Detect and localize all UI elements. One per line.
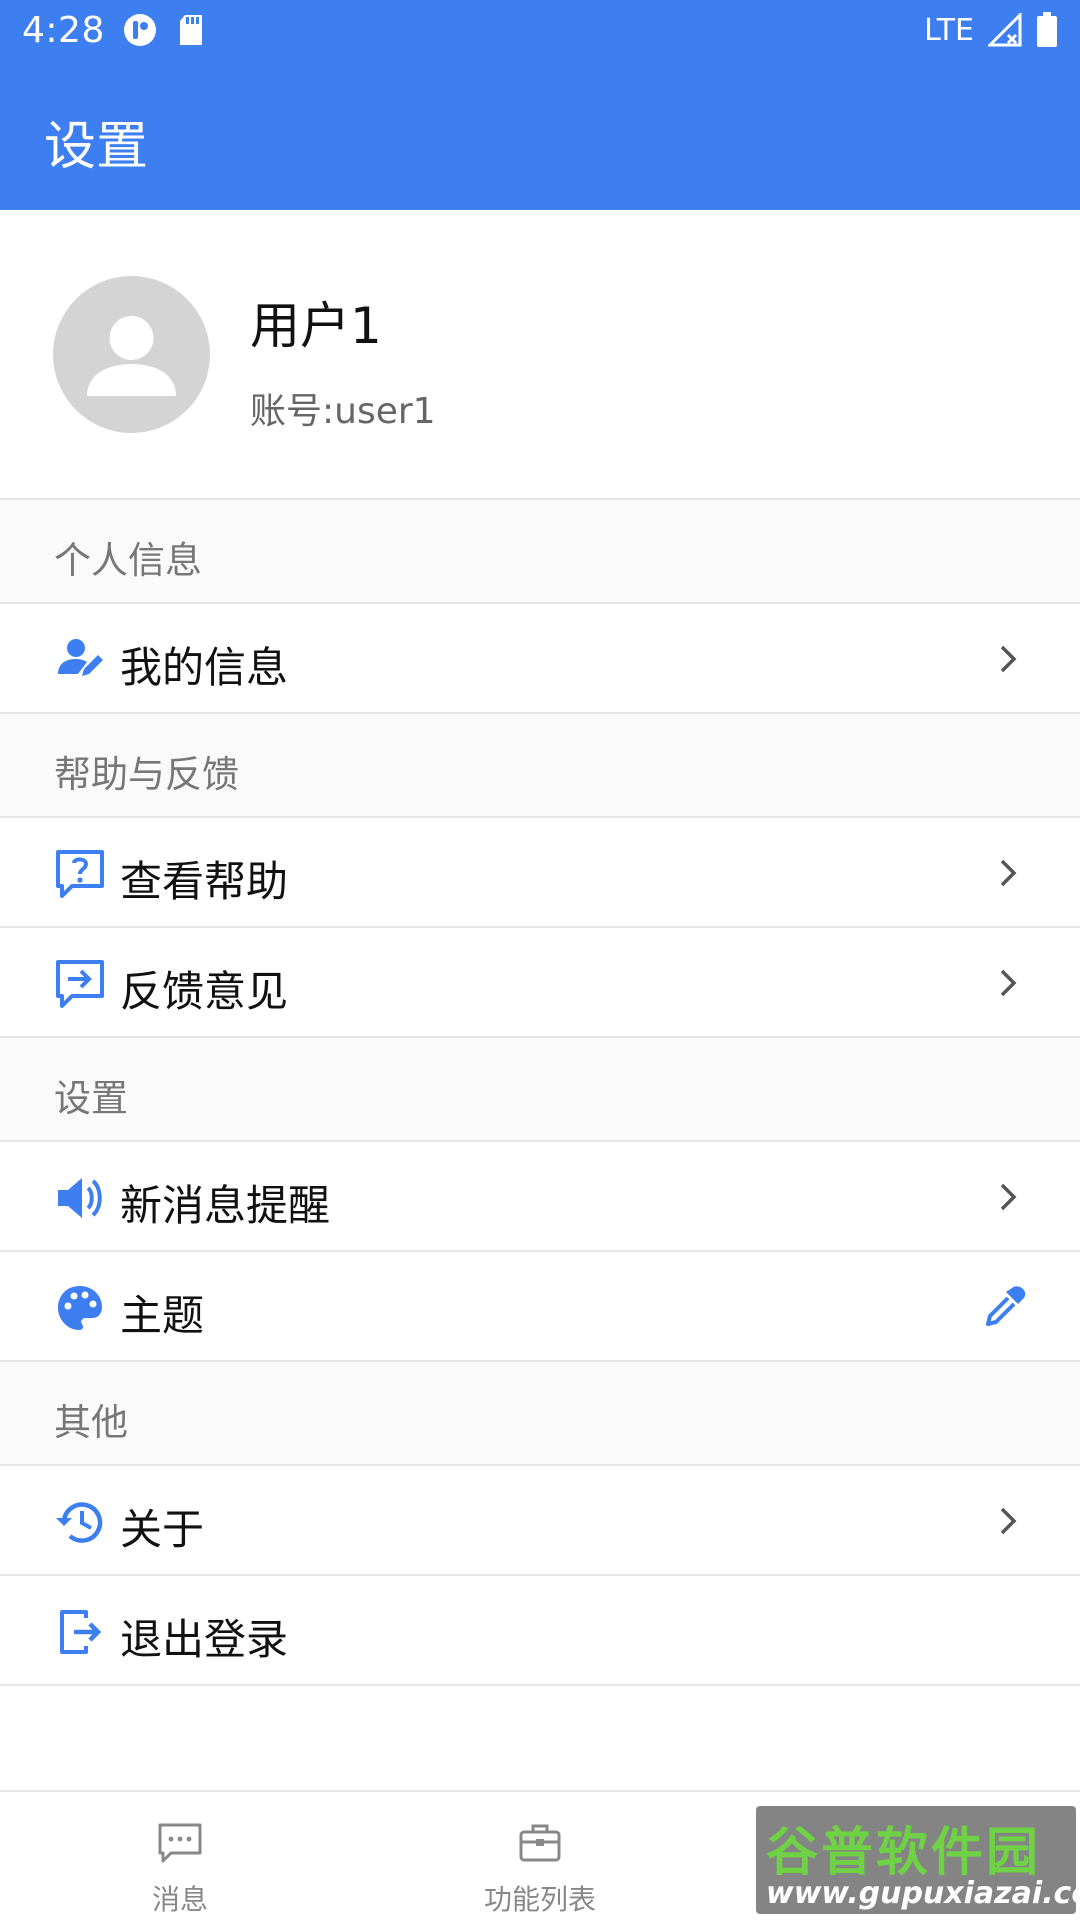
eyedropper-icon[interactable] — [980, 1282, 1028, 1330]
row-label: 退出登录 — [120, 1615, 289, 1664]
chat-icon — [158, 1823, 202, 1863]
row-about[interactable]: 关于 — [0, 1466, 1080, 1576]
network-type: LTE — [924, 12, 974, 48]
section-header-settings: 设置 — [0, 1038, 1080, 1142]
history-icon — [56, 1502, 103, 1543]
status-time: 4:28 — [22, 10, 105, 51]
nav-item-feature-list[interactable]: 功能列表 — [360, 1792, 720, 1922]
app-notification-icon — [124, 14, 156, 46]
nav-label: 功能列表 — [483, 1883, 596, 1916]
section-title: 个人信息 — [54, 539, 202, 582]
chevron-right-icon — [1000, 969, 1017, 997]
section-header-other: 其他 — [0, 1362, 1080, 1466]
watermark-sub: www.gupuxiazai.com — [766, 1876, 1080, 1911]
chevron-right-icon — [1000, 859, 1017, 887]
status-bar: 4:28 LTE — [0, 0, 1080, 64]
row-label: 查看帮助 — [120, 857, 289, 906]
row-label: 主题 — [120, 1291, 205, 1340]
chevron-right-icon — [1000, 1507, 1017, 1535]
row-label: 我的信息 — [120, 643, 289, 692]
row-theme[interactable]: 主题 — [0, 1252, 1080, 1362]
app-bar: 设置 — [0, 64, 1080, 210]
row-label: 新消息提醒 — [120, 1181, 331, 1230]
chevron-right-icon — [1000, 645, 1017, 673]
section-title: 其他 — [54, 1401, 128, 1444]
section-header-personal: 个人信息 — [0, 500, 1080, 604]
row-my-info[interactable]: 我的信息 — [0, 604, 1080, 714]
page-title: 设置 — [44, 117, 149, 177]
logout-icon — [60, 1610, 102, 1654]
watermark: 谷普软件园 www.gupuxiazai.com — [756, 1806, 1080, 1914]
battery-icon — [1037, 12, 1057, 47]
section-header-help: 帮助与反馈 — [0, 714, 1080, 818]
feedback-message-icon — [56, 960, 104, 1008]
user-name: 用户1 — [250, 297, 382, 355]
briefcase-icon — [519, 1824, 561, 1862]
chevron-right-icon — [1000, 1183, 1017, 1211]
row-new-message-alert[interactable]: 新消息提醒 — [0, 1142, 1080, 1252]
row-view-help[interactable]: 查看帮助 — [0, 818, 1080, 928]
signal-icon — [988, 13, 1022, 47]
section-title: 设置 — [54, 1077, 128, 1120]
user-edit-icon — [58, 639, 103, 676]
nav-label: 消息 — [151, 1883, 208, 1916]
row-logout[interactable]: 退出登录 — [0, 1576, 1080, 1686]
profile-card[interactable]: 用户1 账号:user1 — [0, 210, 1080, 500]
sd-card-icon — [180, 15, 202, 45]
user-account: 账号:user1 — [250, 391, 436, 432]
section-title: 帮助与反馈 — [54, 753, 239, 796]
avatar[interactable] — [53, 276, 210, 433]
row-feedback[interactable]: 反馈意见 — [0, 928, 1080, 1038]
speaker-icon — [58, 1178, 102, 1218]
watermark-main: 谷普软件园 — [766, 1823, 1042, 1883]
row-label: 关于 — [120, 1505, 205, 1554]
row-label: 反馈意见 — [120, 967, 289, 1016]
palette-icon — [58, 1286, 102, 1330]
help-message-icon — [56, 850, 104, 898]
person-icon — [87, 316, 176, 396]
nav-item-messages[interactable]: 消息 — [0, 1792, 360, 1922]
